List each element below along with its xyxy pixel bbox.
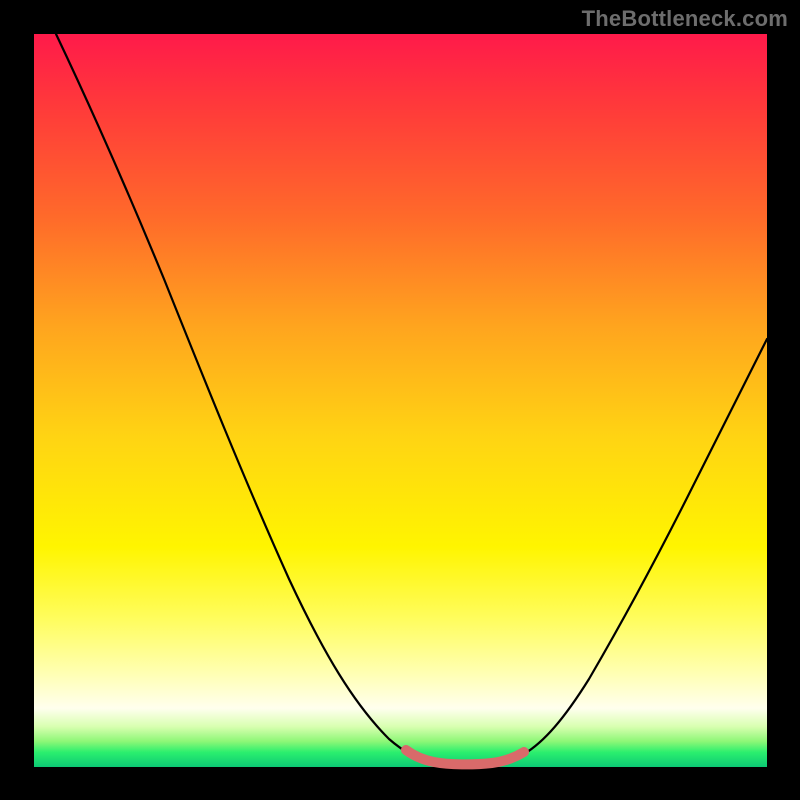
curve-line — [56, 34, 767, 764]
bottom-highlight-line — [406, 750, 524, 764]
frame: TheBottleneck.com — [0, 0, 800, 800]
plot-area — [34, 34, 767, 767]
watermark-text: TheBottleneck.com — [582, 6, 788, 32]
chart-svg — [34, 34, 767, 767]
